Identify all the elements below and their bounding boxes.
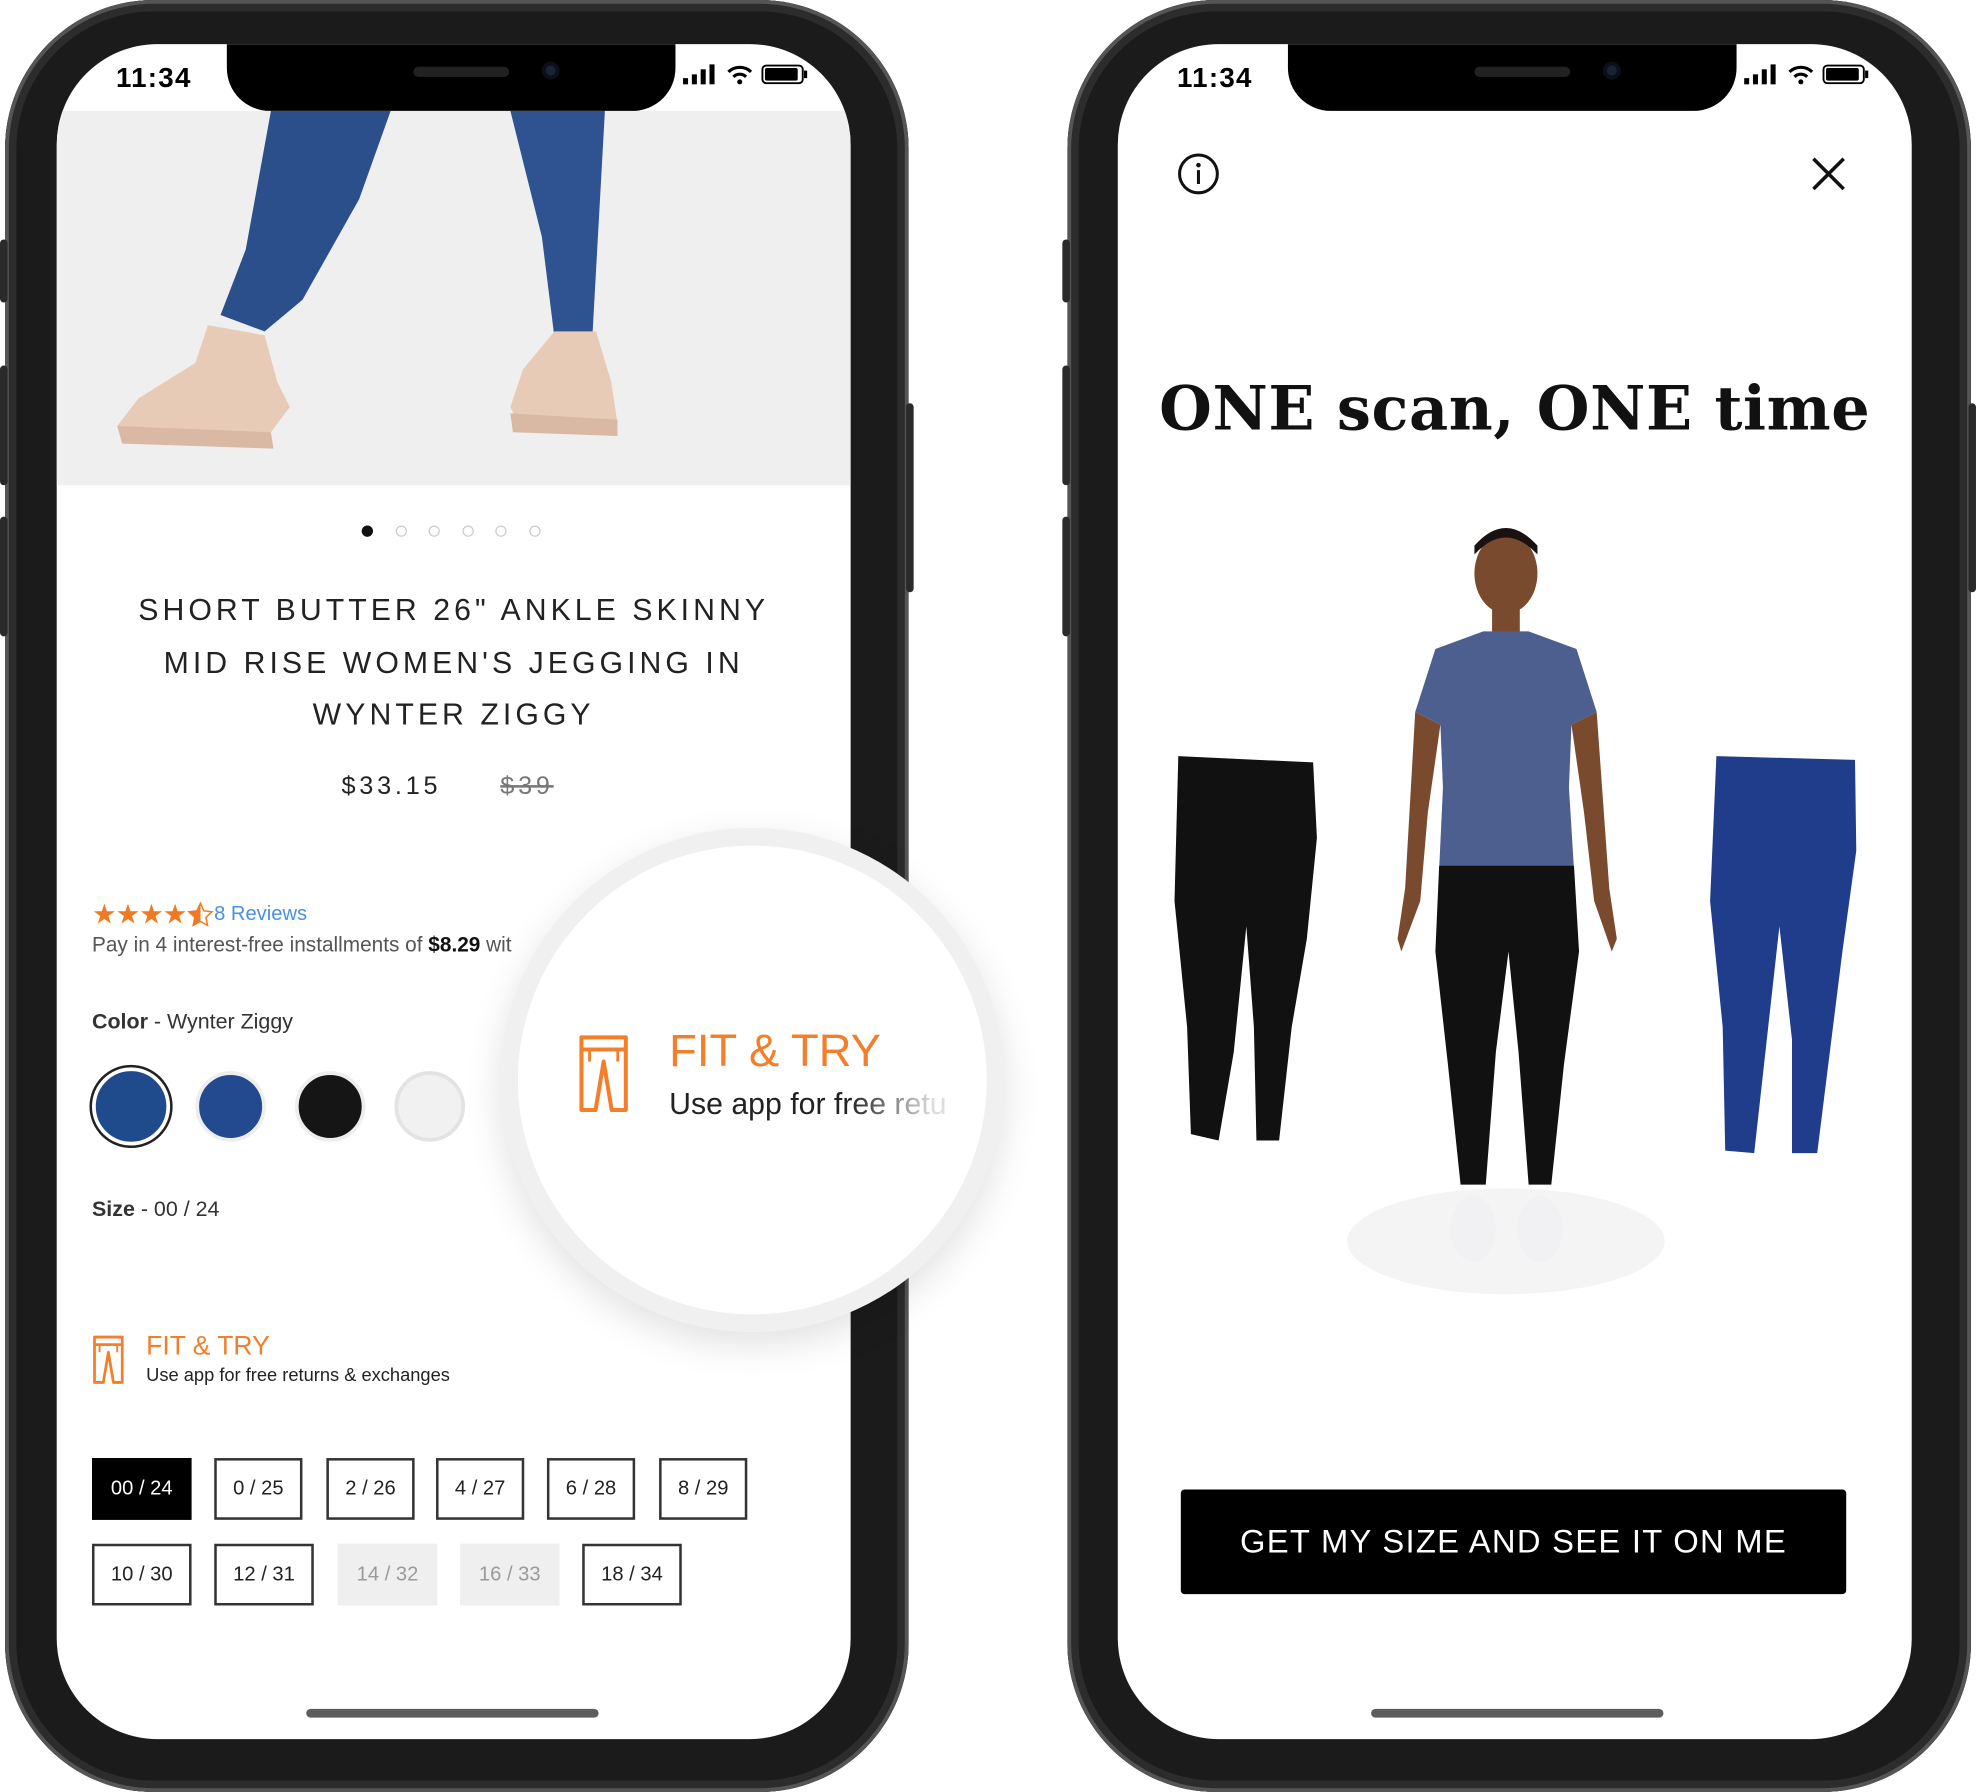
get-my-size-button[interactable]: GET MY SIZE AND SEE IT ON ME [1180, 1489, 1847, 1595]
signal-icon [683, 64, 715, 85]
size-option[interactable]: 12 / 31 [214, 1543, 314, 1606]
product-title-line: WYNTER ZIGGY [312, 698, 595, 733]
status-time: 11:34 [1177, 61, 1253, 94]
magnified-fit-and-try-title: FIT & TRY [669, 1024, 881, 1077]
status-time: 11:34 [115, 61, 192, 94]
status-icons [1744, 64, 1870, 85]
mute-switch [0, 239, 8, 303]
magnifier-callout: FIT & TRY Use app for free retu [500, 827, 1005, 1333]
jeans-legs-illustration [117, 110, 618, 449]
product-image[interactable] [56, 110, 851, 486]
size-option[interactable]: 4 / 27 [436, 1458, 525, 1520]
notch [226, 44, 676, 111]
color-swatch-black[interactable] [294, 1071, 366, 1142]
phone-right: 11:34 ONE scan, ONE time GET MY SIZE AND… [1062, 0, 1976, 1792]
wifi-icon [1788, 65, 1814, 85]
avatar-with-jeans-illustration [1174, 528, 1857, 1295]
product-title-line: MID RISE WOMEN'S JEGGING IN [163, 646, 744, 681]
color-swatch-blue[interactable] [195, 1071, 266, 1142]
size-label: Size - 00 / 24 [92, 1197, 219, 1222]
carousel-dot[interactable] [428, 525, 440, 537]
pants-icon [93, 1335, 124, 1384]
wifi-icon [727, 65, 753, 85]
installments-text: Pay in 4 interest-free installments of $… [92, 934, 512, 958]
notch [1287, 44, 1737, 111]
status-icons [683, 64, 809, 85]
magnified-fit-and-try-subtitle: Use app for free retu [669, 1087, 947, 1122]
half-star-icon [186, 901, 214, 927]
color-swatch-wynter-ziggy[interactable] [95, 1071, 167, 1142]
close-icon[interactable] [1811, 156, 1846, 191]
black-jeans [1174, 756, 1317, 1141]
volume-up-button [1062, 365, 1070, 486]
size-label-key: Size [91, 1197, 135, 1222]
stage: 11:34 SHORT BUTTER 26" ANKLE SKINNY MID … [0, 0, 1976, 1792]
star-rating-icon: ★★★★ [91, 898, 188, 931]
installments-prefix: Pay in 4 interest-free installments of [91, 933, 429, 957]
volume-up-button [0, 365, 8, 486]
color-swatch-white[interactable] [394, 1071, 466, 1142]
mute-switch [1062, 239, 1070, 303]
pants-icon [579, 1035, 628, 1113]
battery-icon [761, 64, 808, 85]
color-label-key: Color [91, 1009, 148, 1034]
home-indicator [306, 1708, 599, 1718]
size-option[interactable]: 00 / 24 [91, 1458, 192, 1520]
size-option[interactable]: 2 / 26 [326, 1458, 415, 1520]
volume-down-button [1062, 516, 1070, 637]
color-value: - Wynter Ziggy [147, 1009, 293, 1034]
original-price: $39 [500, 772, 554, 801]
sale-price: $33.15 [341, 772, 442, 801]
fit-and-try-title: FIT & TRY [146, 1332, 270, 1362]
size-option[interactable]: 10 / 30 [91, 1543, 192, 1606]
fit-and-try-banner[interactable]: FIT & TRY Use app for free returns & exc… [92, 1332, 596, 1389]
color-label: Color - Wynter Ziggy [92, 1009, 293, 1034]
carousel-dot-active[interactable] [361, 525, 374, 537]
carousel-dot[interactable] [462, 525, 474, 537]
home-indicator [1371, 1708, 1664, 1718]
fit-and-try-subtitle: Use app for free returns & exchanges [146, 1366, 450, 1387]
carousel-dot[interactable] [495, 525, 507, 537]
carousel-dot[interactable] [529, 525, 541, 537]
installment-amount: $8.29 [428, 933, 481, 957]
headline: ONE scan, ONE time [1159, 374, 1871, 445]
battery-icon [1822, 64, 1869, 85]
size-option[interactable]: 0 / 25 [214, 1458, 303, 1520]
blue-jeans [1710, 756, 1857, 1154]
carousel-dot[interactable] [395, 525, 408, 537]
signal-icon [1744, 64, 1776, 85]
reviews-link[interactable]: 8 Reviews [214, 904, 307, 927]
power-button [1968, 403, 1976, 593]
size-value: - 00 / 24 [140, 1197, 220, 1222]
size-option[interactable]: 6 / 28 [546, 1458, 636, 1520]
product-title-line: SHORT BUTTER 26" ANKLE SKINNY [138, 593, 770, 628]
info-icon[interactable] [1177, 152, 1220, 195]
size-option-unavailable: 14 / 32 [337, 1543, 438, 1606]
volume-down-button [0, 516, 8, 637]
size-option[interactable]: 8 / 29 [659, 1458, 748, 1520]
scan-intro-screen: 11:34 ONE scan, ONE time GET MY SIZE AND… [1117, 44, 1912, 1740]
installments-suffix: wit [480, 933, 512, 957]
size-option[interactable]: 18 / 34 [582, 1543, 682, 1606]
power-button [906, 403, 914, 593]
rating[interactable]: ★★★★ 8 Reviews [91, 898, 307, 931]
size-option-unavailable: 16 / 33 [459, 1543, 560, 1606]
